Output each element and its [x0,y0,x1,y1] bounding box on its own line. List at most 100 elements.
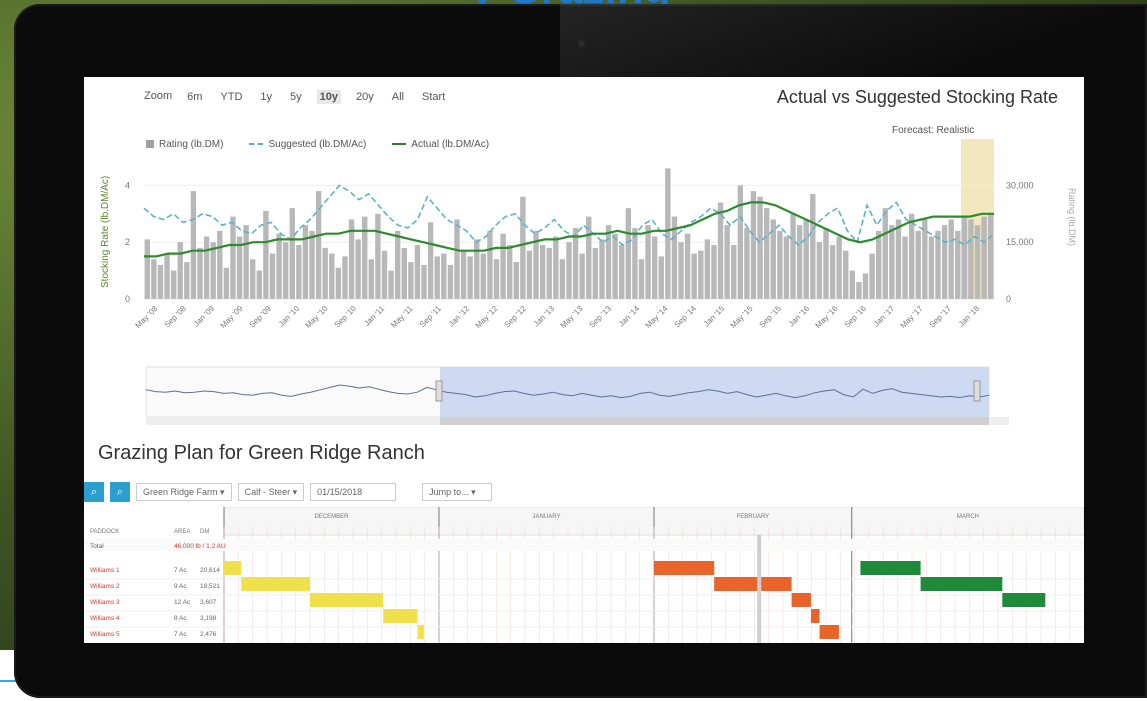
rating-bar [355,239,361,299]
rating-bar [381,250,388,299]
rating-bar [651,236,658,299]
navigator-selection[interactable] [440,367,989,417]
rating-bar [394,230,401,299]
paddock-name[interactable]: Williams 1 [90,567,120,574]
x-tick-label: May '12 [474,304,500,330]
month-label: DECEMBER [314,514,349,520]
today-marker [757,535,762,643]
rating-bar [849,270,856,299]
y-tick-label: 0 [125,294,130,304]
rating-bar [197,247,203,299]
view-select[interactable]: Jump to... ▾ [422,483,493,501]
rating-bar [526,250,533,299]
rating-bar [790,213,796,299]
grazing-period-bar[interactable] [417,625,424,639]
rating-bar [566,242,572,299]
x-tick-label: Sep '14 [673,304,699,330]
grazing-period-bar[interactable] [1002,593,1046,607]
rating-bar [302,225,309,299]
x-tick-label: May '11 [389,304,415,330]
rating-bar [329,253,335,299]
rating-bar [731,245,737,299]
paddock-name[interactable]: Williams 5 [90,631,120,638]
rating-bar [704,239,711,299]
chevron-down-icon: ▾ [292,486,298,497]
rating-bar [889,225,895,299]
grazing-period-bar[interactable] [920,577,1003,591]
navigator-right-handle[interactable] [973,380,981,402]
magnifier-plus-icon[interactable]: ⌕ [84,482,104,502]
rating-bar [605,225,612,299]
rating-bar [974,225,981,299]
rating-bar [243,225,249,299]
rating-bar [513,262,519,299]
x-tick-label: May '13 [559,304,585,330]
rating-bar [263,210,269,299]
rating-bar [757,196,763,299]
rating-bar [698,250,704,299]
paddock-name[interactable]: Williams 2 [90,583,120,590]
rating-bar [869,253,875,299]
x-tick-label: May '08 [134,304,160,330]
rating-bar [836,236,842,299]
grazing-period-bar[interactable] [241,577,310,591]
x-tick-label: Sep '15 [758,304,784,330]
rating-bar [546,247,552,299]
paddock-name[interactable]: Williams 3 [90,599,120,606]
herd-select[interactable]: Calf - Steer ▾ [237,483,305,501]
x-tick-label: Sep '10 [333,304,359,330]
rating-bar [750,191,757,299]
rating-bar [875,230,882,299]
rating-bar [678,242,684,299]
rating-bar [724,225,730,299]
rating-bar [777,230,783,299]
grazing-gantt-chart: DECEMBER JANUARY FEBRUARY MARCH PADDOCK AREA D… [84,507,1084,643]
x-tick-label: Jan '17 [872,304,897,329]
grazing-period-bar[interactable] [791,593,811,607]
tablet-camera [578,40,585,47]
chevron-down-icon: ▾ [220,486,225,497]
rating-bar [612,233,618,299]
rating-bar [309,230,315,299]
rating-bar [296,245,302,299]
stocking-rate-chart: 0 2 4 0 15,000 30,000 Stocking Rate (lb.DM/Ac)… [100,139,1077,425]
grazing-period-bar[interactable] [224,561,242,575]
x-tick-label: Jan '18 [957,304,982,329]
magnifier-minus-icon[interactable]: ⌕ [110,482,130,502]
ranch-select[interactable]: Green Ridge Farm ▾ [136,483,232,501]
x-tick-label: Sep '17 [928,304,954,330]
rating-bar [619,245,625,299]
rating-bar [908,213,915,299]
grazing-period-bar[interactable] [310,593,384,607]
grazing-period-bar[interactable] [654,561,715,575]
grazing-period-bar[interactable] [819,625,839,639]
x-tick-label: Jan '09 [192,304,217,329]
rating-bar [414,245,421,299]
grazing-period-bar[interactable] [383,609,418,623]
rating-bar [460,250,467,299]
view-select-value: Jump to... [429,487,469,497]
rating-bar [599,239,605,299]
rating-bar [177,242,183,299]
paddock-name[interactable]: Williams 4 [90,615,120,622]
navigator-scrollbar-thumb[interactable] [440,417,989,425]
rating-bar [434,256,440,299]
x-tick-label: Jan '16 [787,304,812,329]
summary-value: 46,000 lb / 1.2 AU [174,543,226,550]
rating-bar [988,213,994,299]
rating-bar [467,256,473,299]
grazing-period-bar[interactable] [860,561,921,575]
grazing-period-bar[interactable] [810,609,820,623]
date-field[interactable]: 01/15/2018 [310,483,397,501]
grazing-period-bar[interactable] [714,577,792,591]
rating-bar [362,216,368,299]
rating-bar [144,239,150,299]
navigator-left-handle[interactable] [435,380,443,402]
rating-bar [342,256,348,299]
rating-bar [493,259,500,299]
rating-bar [539,245,546,299]
rating-bar [829,245,836,299]
rating-bar [572,228,579,299]
rating-bar [915,230,921,299]
grazing-plan-title: Grazing Plan for Green Ridge Ranch [98,442,425,464]
